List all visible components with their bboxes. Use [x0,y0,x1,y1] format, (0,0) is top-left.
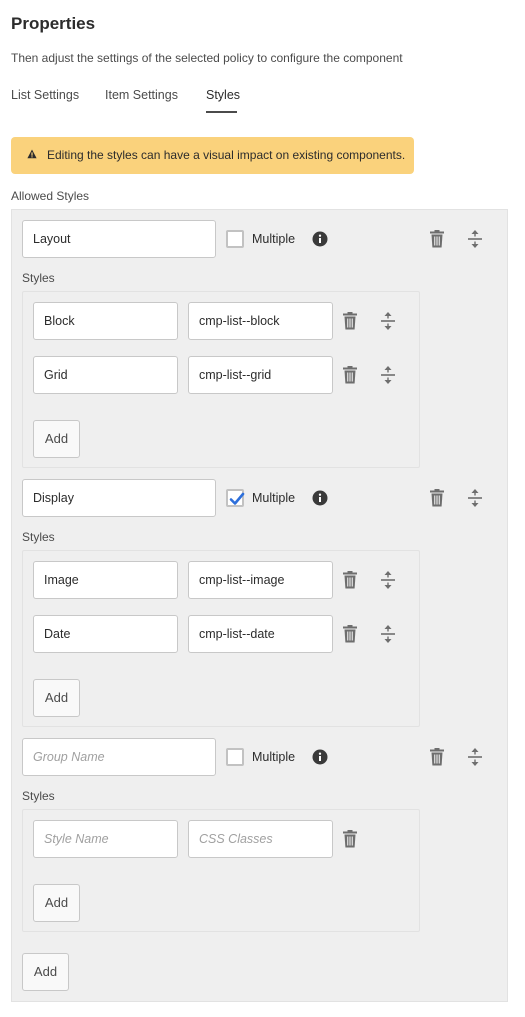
style-name-input[interactable]: Grid [33,356,178,394]
trash-icon[interactable] [429,748,445,766]
alert-message: Editing the styles can have a visual imp… [47,148,406,162]
trash-icon[interactable] [429,489,445,507]
checkmark-icon [229,492,245,505]
page-title: Properties [11,14,96,33]
group-name-input[interactable]: Layout [22,220,216,258]
drag-handle-icon[interactable] [467,748,483,766]
styles-label: Styles [22,789,55,803]
trash-icon[interactable] [342,366,358,384]
multiple-checkbox[interactable] [226,230,244,248]
trash-icon[interactable] [342,830,358,848]
group-name-input[interactable]: Group Name [22,738,216,776]
tab-item-settings[interactable]: Item Settings [105,88,178,102]
allowed-styles-label: Allowed Styles [11,189,90,203]
add-style-button[interactable]: Add [33,679,80,717]
page-subtitle: Then adjust the settings of the selected… [11,51,403,65]
css-classes-input[interactable]: cmp-list--date [188,615,333,653]
style-name-input[interactable]: Image [33,561,178,599]
drag-handle-icon[interactable] [467,230,483,248]
styles-label: Styles [22,271,55,285]
info-icon[interactable] [312,749,328,765]
multiple-label: Multiple [252,232,296,246]
css-classes-input[interactable]: cmp-list--image [188,561,333,599]
trash-icon[interactable] [429,230,445,248]
style-name-input[interactable]: Block [33,302,178,340]
trash-icon[interactable] [342,312,358,330]
css-classes-input[interactable]: cmp-list--grid [188,356,333,394]
add-style-button[interactable]: Add [33,420,80,458]
warning-alert: Editing the styles can have a visual imp… [11,137,414,174]
style-name-input[interactable]: Date [33,615,178,653]
multiple-checkbox[interactable] [226,489,245,507]
trash-icon[interactable] [342,625,358,643]
info-icon[interactable] [312,231,328,247]
warning-icon [27,149,37,159]
tab-styles[interactable]: Styles [206,88,240,102]
drag-handle-icon[interactable] [467,489,483,507]
multiple-label: Multiple [252,750,296,764]
add-group-button[interactable]: Add [22,953,69,991]
css-classes-input[interactable]: cmp-list--block [188,302,333,340]
drag-handle-icon[interactable] [380,571,396,589]
group-name-input[interactable]: Display [22,479,216,517]
drag-handle-icon[interactable] [380,366,396,384]
drag-handle-icon[interactable] [380,625,396,643]
css-classes-input[interactable]: CSS Classes [188,820,333,858]
drag-handle-icon[interactable] [380,312,396,330]
active-tab-indicator [206,111,237,113]
multiple-label: Multiple [252,491,296,505]
multiple-checkbox[interactable] [226,748,244,766]
add-style-button[interactable]: Add [33,884,80,922]
trash-icon[interactable] [342,571,358,589]
tab-list-settings[interactable]: List Settings [11,88,79,102]
info-icon[interactable] [312,490,328,506]
tab-bar: List Settings Item Settings Styles [0,88,525,114]
style-name-input[interactable]: Style Name [33,820,178,858]
styles-label: Styles [22,530,55,544]
